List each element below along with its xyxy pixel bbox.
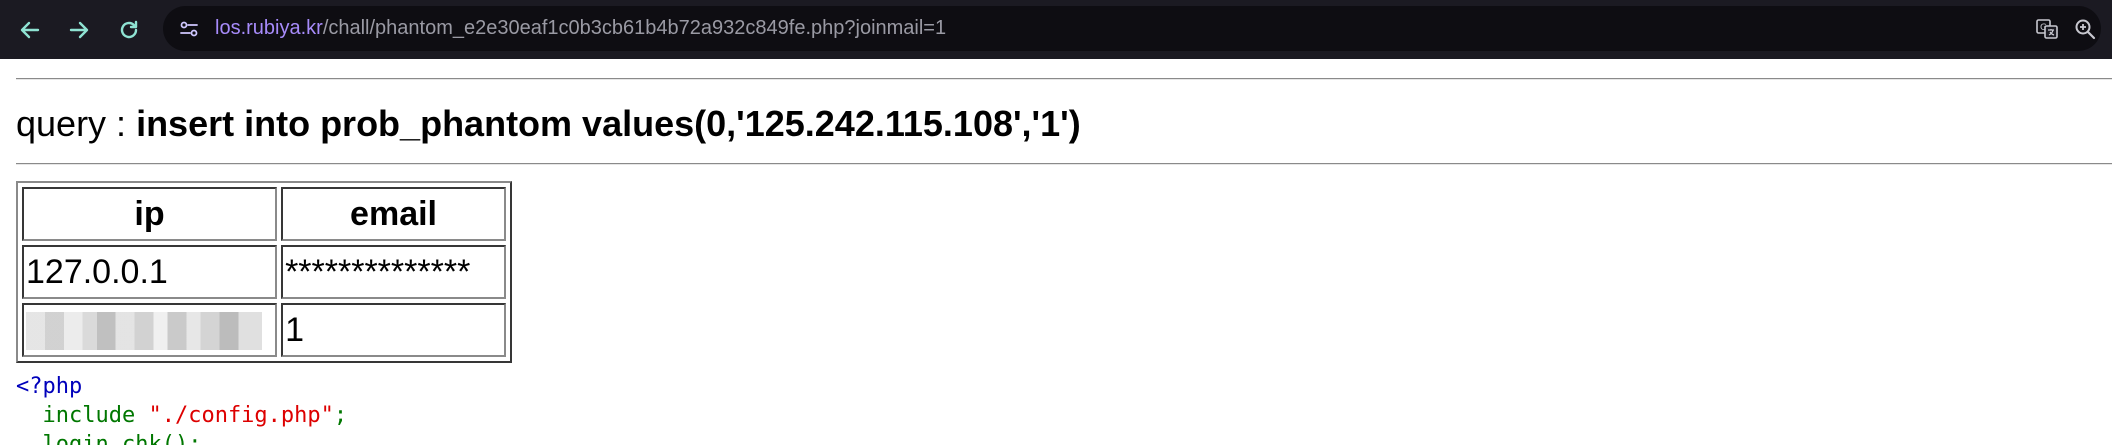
query-label: query :	[16, 103, 137, 144]
result-table: ip email 127.0.0.1 ************** 1	[16, 181, 512, 363]
site-info-icon[interactable]	[177, 17, 201, 41]
table-header-row: ip email	[22, 187, 506, 241]
address-bar[interactable]: los.rubiya.kr/chall/phantom_e2e30eaf1c0b…	[163, 6, 2101, 51]
url-path: /chall/phantom_e2e30eaf1c0b3cb61b4b72a93…	[322, 17, 947, 39]
browser-toolbar: los.rubiya.kr/chall/phantom_e2e30eaf1c0b…	[0, 0, 2112, 59]
horizontal-rule-top	[16, 78, 2112, 80]
url-text[interactable]: los.rubiya.kr/chall/phantom_e2e30eaf1c0b…	[215, 6, 946, 51]
query-sql: insert into prob_phantom values(0,'125.2…	[136, 103, 1081, 144]
forward-arrow-icon	[69, 21, 89, 39]
column-header-ip: ip	[22, 187, 278, 241]
cell-email: **************	[281, 245, 506, 299]
php-open-tag: <?php	[16, 374, 83, 399]
code-login-call: login_chk();	[42, 432, 202, 445]
reload-button[interactable]	[111, 12, 147, 48]
back-arrow-icon	[20, 21, 40, 39]
cell-ip: 127.0.0.1	[22, 245, 278, 299]
reload-icon	[120, 20, 138, 39]
table-row: 127.0.0.1 **************	[22, 245, 506, 299]
back-button[interactable]	[12, 12, 48, 48]
redacted-ip-mask	[26, 312, 262, 350]
code-semicolon: ;	[333, 403, 348, 428]
php-source-code: <?php include "./config.php"; login_chk(…	[16, 372, 347, 445]
translate-icon[interactable]: G	[2035, 17, 2059, 41]
horizontal-rule-bottom	[16, 163, 2112, 165]
code-include-keyword: include	[42, 403, 136, 428]
column-header-email: email	[281, 187, 506, 241]
zoom-icon[interactable]	[2073, 17, 2097, 41]
url-host: los.rubiya.kr	[215, 17, 323, 39]
forward-button[interactable]	[61, 12, 97, 48]
cell-email: 1	[281, 303, 506, 357]
code-include-string: "./config.php"	[148, 403, 334, 428]
table-row: 1	[22, 303, 506, 357]
query-line: query : insert into prob_phantom values(…	[16, 100, 1081, 148]
cell-ip-redacted	[22, 303, 278, 357]
